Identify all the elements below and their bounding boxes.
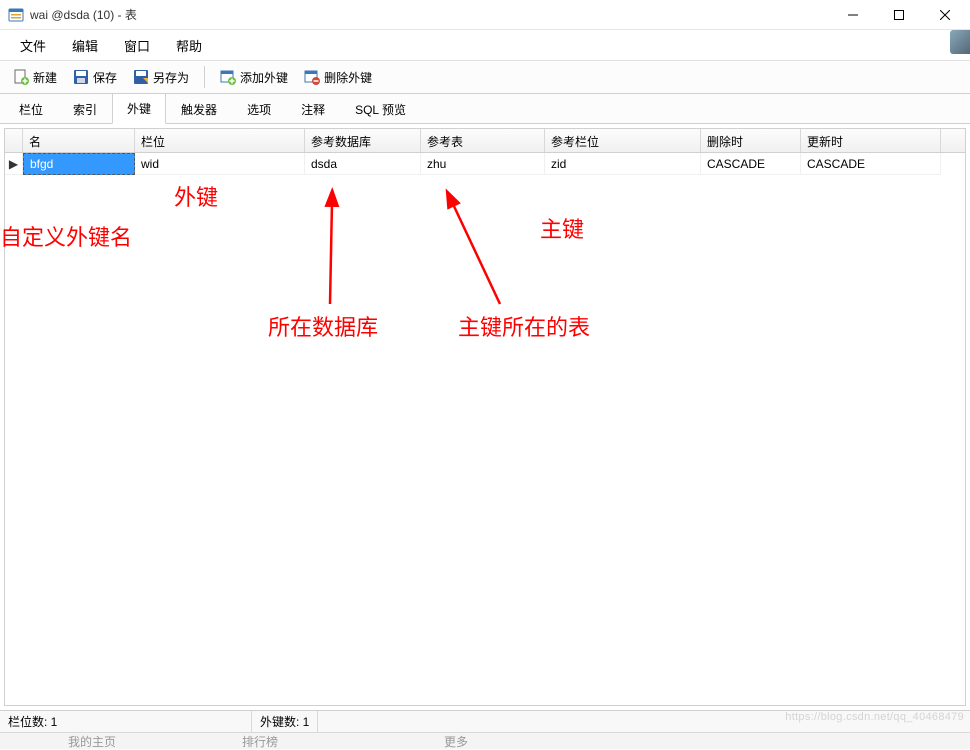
col-name[interactable]: 名	[23, 129, 135, 152]
col-ref-table[interactable]: 参考表	[421, 129, 545, 152]
tab-indexes[interactable]: 索引	[58, 94, 112, 124]
grid-header: 名 栏位 参考数据库 参考表 参考栏位 删除时 更新时	[5, 129, 965, 153]
tabbar: 栏位 索引 外键 触发器 选项 注释 SQL 预览	[0, 94, 970, 124]
frag-rank: 排行榜	[224, 733, 296, 750]
del-fk-label: 删除外键	[324, 69, 372, 86]
menu-help[interactable]: 帮助	[164, 32, 214, 59]
col-field[interactable]: 栏位	[135, 129, 305, 152]
cell-name[interactable]: bfgd	[23, 153, 135, 175]
save-button[interactable]: 保存	[66, 65, 124, 90]
close-button[interactable]	[922, 0, 968, 30]
external-tab-fragment: 我的主页 排行榜 更多	[0, 732, 970, 749]
titlebar: wai @dsda (10) - 表	[0, 0, 970, 30]
watermark: https://blog.csdn.net/qq_40468479	[785, 711, 964, 723]
status-fk-count: 外键数: 1	[252, 711, 318, 732]
table-row[interactable]: ▶ bfgd wid dsda zhu zid CASCADE CASCADE	[5, 153, 965, 175]
menu-window[interactable]: 窗口	[112, 32, 162, 59]
del-fk-icon	[304, 69, 320, 85]
save-icon	[73, 69, 89, 85]
grid-header-marker	[5, 129, 23, 152]
status-field-count: 栏位数: 1	[0, 711, 252, 732]
new-button[interactable]: 新建	[6, 65, 64, 90]
toolbar-separator	[204, 66, 205, 88]
tab-foreign-keys[interactable]: 外键	[112, 93, 166, 124]
col-on-update[interactable]: 更新时	[801, 129, 941, 152]
saveas-label: 另存为	[153, 69, 189, 86]
menu-file[interactable]: 文件	[8, 32, 58, 59]
cell-ref-field[interactable]: zid	[545, 153, 701, 175]
tab-options[interactable]: 选项	[232, 94, 286, 124]
add-fk-button[interactable]: 添加外键	[213, 65, 295, 90]
cell-ref-table[interactable]: zhu	[421, 153, 545, 175]
tab-triggers[interactable]: 触发器	[166, 94, 232, 124]
row-marker-icon: ▶	[5, 153, 23, 175]
add-fk-label: 添加外键	[240, 69, 288, 86]
del-fk-button[interactable]: 删除外键	[297, 65, 379, 90]
fk-grid: 名 栏位 参考数据库 参考表 参考栏位 删除时 更新时 ▶ bfgd wid d…	[4, 128, 966, 706]
save-label: 保存	[93, 69, 117, 86]
avatar	[950, 30, 970, 54]
saveas-icon	[133, 69, 149, 85]
cell-on-delete[interactable]: CASCADE	[701, 153, 801, 175]
new-label: 新建	[33, 69, 57, 86]
col-on-delete[interactable]: 删除时	[701, 129, 801, 152]
cell-ref-db[interactable]: dsda	[305, 153, 421, 175]
add-fk-icon	[220, 69, 236, 85]
window-title: wai @dsda (10) - 表	[30, 6, 830, 23]
minimize-button[interactable]	[830, 0, 876, 30]
tab-comment[interactable]: 注释	[286, 94, 340, 124]
frag-more: 更多	[426, 733, 486, 750]
app-icon	[8, 7, 24, 23]
cell-on-update[interactable]: CASCADE	[801, 153, 941, 175]
menubar: 文件 编辑 窗口 帮助	[0, 30, 970, 60]
saveas-button[interactable]: 另存为	[126, 65, 196, 90]
col-ref-field[interactable]: 参考栏位	[545, 129, 701, 152]
tab-sql-preview[interactable]: SQL 预览	[340, 94, 421, 124]
col-ref-db[interactable]: 参考数据库	[305, 129, 421, 152]
tab-fields[interactable]: 栏位	[4, 94, 58, 124]
new-icon	[13, 69, 29, 85]
frag-home: 我的主页	[50, 733, 134, 750]
toolbar: 新建 保存 另存为 添加外键 删除外键	[0, 60, 970, 94]
maximize-button[interactable]	[876, 0, 922, 30]
menu-edit[interactable]: 编辑	[60, 32, 110, 59]
cell-field[interactable]: wid	[135, 153, 305, 175]
